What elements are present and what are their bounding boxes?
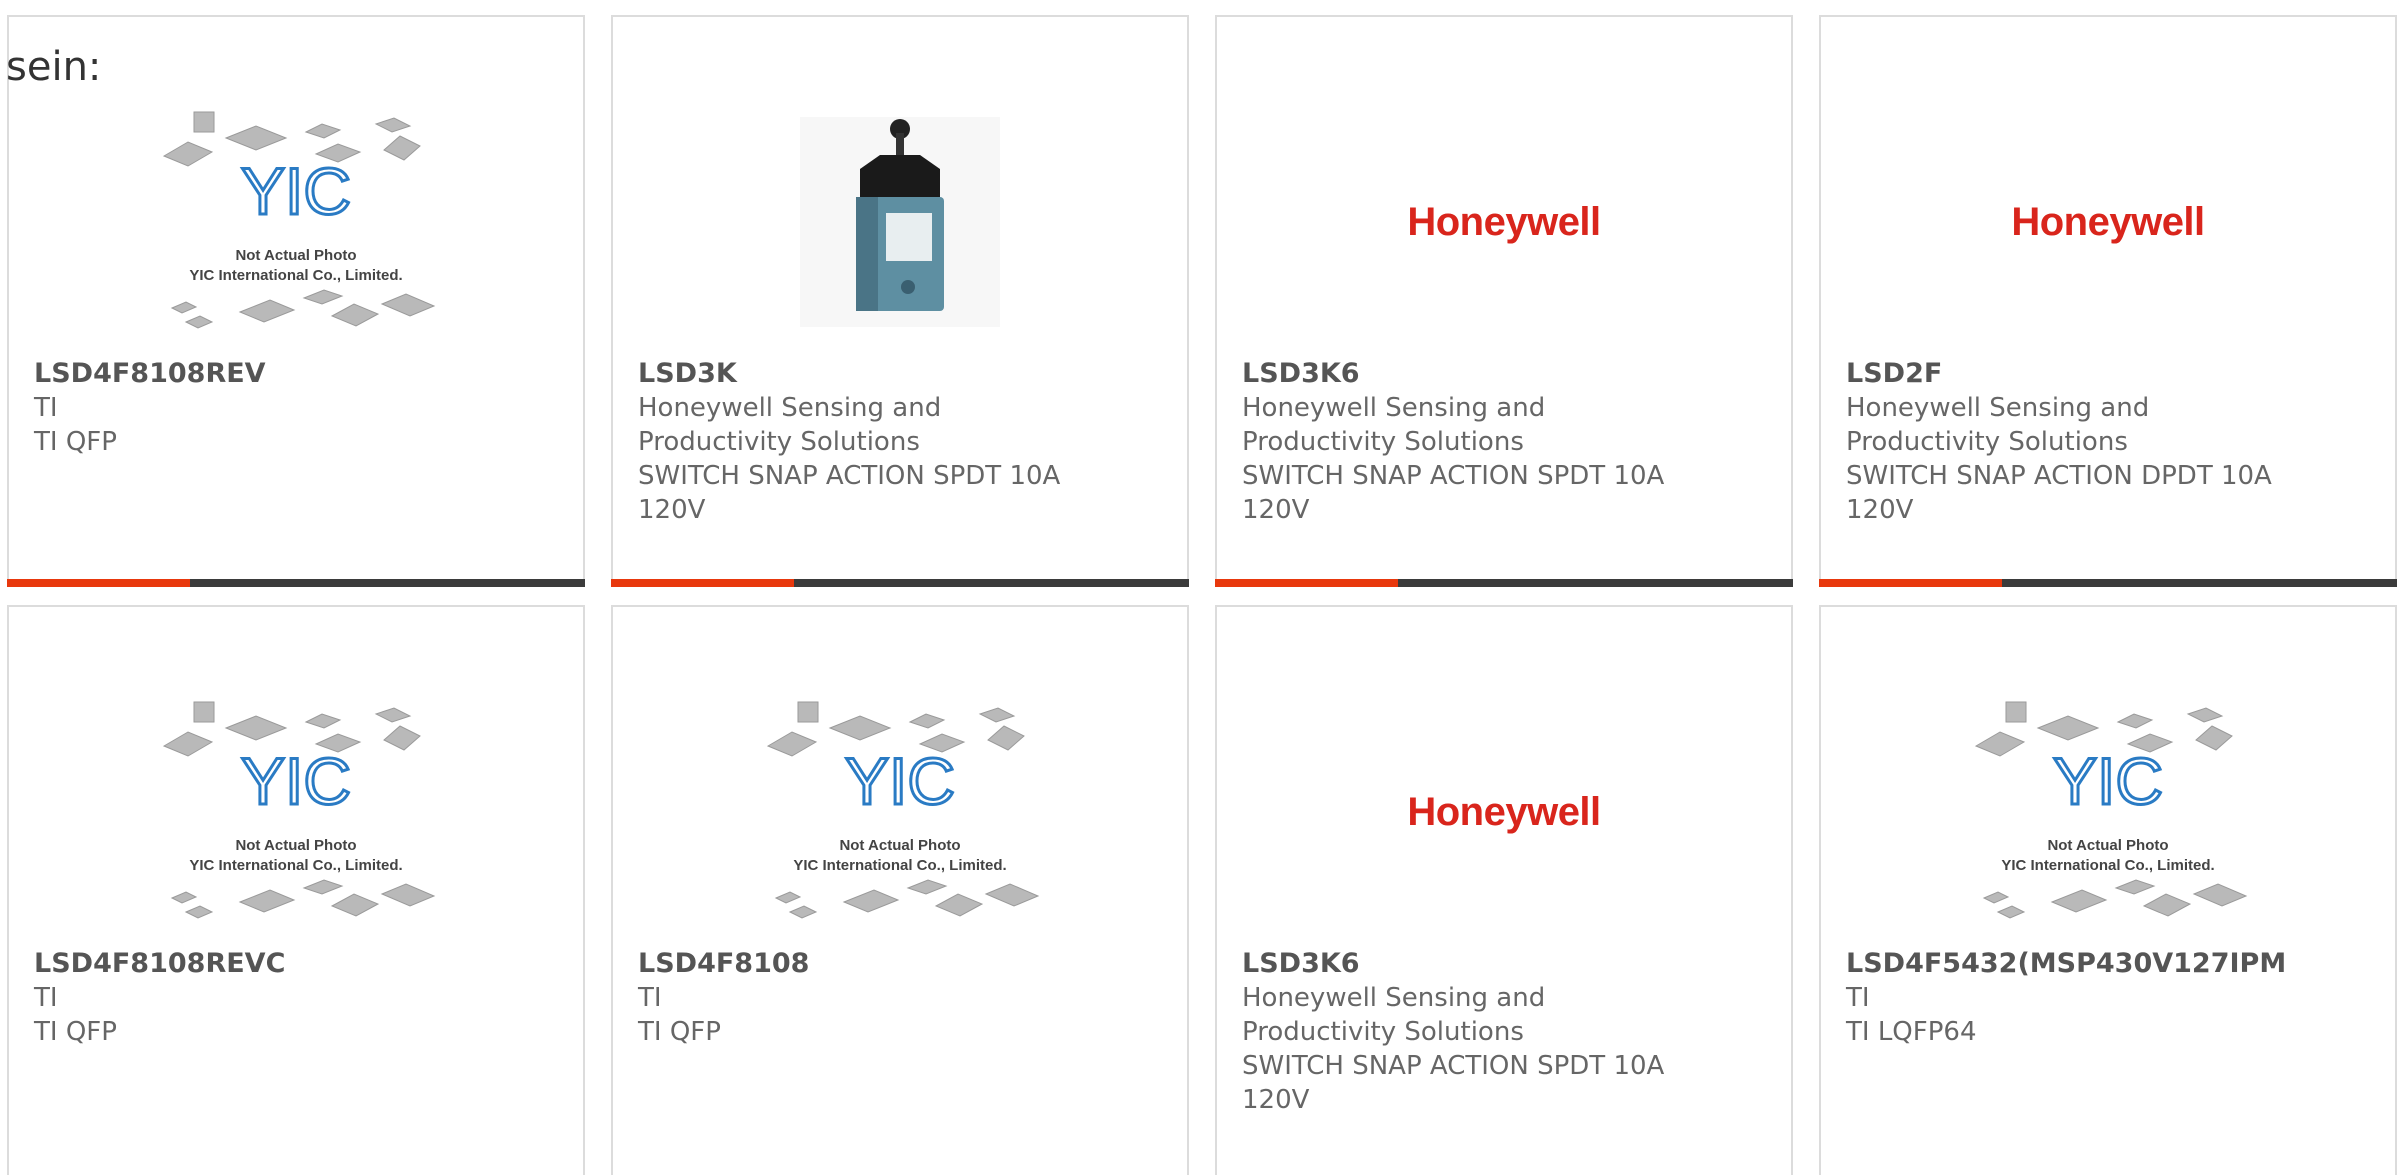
- product-line: TI LQFP64: [1846, 1017, 1977, 1047]
- product-info: LSD3K6 Honeywell Sensing and Productivit…: [1242, 357, 1771, 527]
- product-line: TI: [34, 983, 58, 1013]
- product-image: Honeywell: [1821, 87, 2395, 357]
- svg-text:YIC International Co., Limited: YIC International Co., Limited.: [189, 267, 402, 284]
- product-line: 120V: [1242, 495, 1310, 525]
- product-line: TI: [1846, 983, 1870, 1013]
- product-card[interactable]: YIC Not Actual Photo YIC International C…: [1819, 605, 2397, 1175]
- product-info: LSD3K6 Honeywell Sensing and Productivit…: [1242, 947, 1771, 1117]
- part-number[interactable]: LSD4F8108: [638, 947, 1167, 981]
- chip-placeholder-icon: YIC Not Actual Photo YIC International C…: [162, 701, 436, 919]
- product-line: Productivity Solutions: [1846, 427, 2128, 457]
- product-card[interactable]: Honeywell LSD3K6 Honeywell Sensing and P…: [1215, 15, 1793, 587]
- svg-text:YIC: YIC: [241, 154, 351, 228]
- svg-text:Not Actual Photo: Not Actual Photo: [235, 837, 356, 854]
- product-image: [613, 87, 1187, 357]
- leading-text: sein:: [6, 44, 102, 90]
- product-line: Productivity Solutions: [638, 427, 920, 457]
- product-info: LSD4F8108REVC TI TI QFP: [34, 947, 563, 1049]
- svg-text:YIC: YIC: [241, 744, 351, 818]
- product-card[interactable]: YIC Not Actual Photo YIC International C…: [611, 605, 1189, 1175]
- product-line: 120V: [638, 495, 706, 525]
- product-line: 120V: [1242, 1085, 1310, 1115]
- product-line: TI: [638, 983, 662, 1013]
- product-info: LSD3K Honeywell Sensing and Productivity…: [638, 357, 1167, 527]
- product-line: Productivity Solutions: [1242, 1017, 1524, 1047]
- product-line: Honeywell Sensing and: [1242, 983, 1546, 1013]
- honeywell-logo: Honeywell: [2011, 199, 2205, 244]
- honeywell-logo: Honeywell: [1407, 199, 1601, 244]
- product-line: SWITCH SNAP ACTION SPDT 10A: [1242, 461, 1665, 491]
- svg-text:YIC: YIC: [2053, 744, 2163, 818]
- product-line: SWITCH SNAP ACTION SPDT 10A: [1242, 1051, 1665, 1081]
- part-number[interactable]: LSD3K: [638, 357, 1167, 391]
- part-number[interactable]: LSD3K6: [1242, 947, 1771, 981]
- chip-placeholder-icon: YIC Not Actual Photo YIC International C…: [1974, 701, 2248, 919]
- product-info: LSD4F8108 TI TI QFP: [638, 947, 1167, 1049]
- product-line: SWITCH SNAP ACTION DPDT 10A: [1846, 461, 2272, 491]
- product-line: SWITCH SNAP ACTION SPDT 10A: [638, 461, 1061, 491]
- product-line: TI QFP: [34, 427, 117, 457]
- product-info: LSD4F5432(MSP430V127IPM TI TI LQFP64: [1846, 947, 2375, 1049]
- product-line: 120V: [1846, 495, 1914, 525]
- svg-text:YIC International Co., Limited: YIC International Co., Limited.: [2001, 857, 2214, 874]
- product-card[interactable]: YIC Not Actual Photo YIC International C…: [7, 605, 585, 1175]
- product-line: TI QFP: [34, 1017, 117, 1047]
- chip-placeholder-icon: YIC Not Actual Photo YIC International C…: [766, 701, 1040, 919]
- svg-text:YIC International Co., Limited: YIC International Co., Limited.: [793, 857, 1006, 874]
- product-image-placeholder: YIC Not Actual Photo YIC International C…: [1821, 677, 2395, 947]
- card-bottom-bar: [1215, 579, 1793, 587]
- product-image: Honeywell: [1217, 677, 1791, 947]
- card-bottom-bar: [611, 579, 1189, 587]
- product-info: LSD4F8108REV TI TI QFP: [34, 357, 563, 459]
- product-image-placeholder: YIC Not Actual Photo YIC International C…: [613, 677, 1187, 947]
- part-number[interactable]: LSD4F8108REVC: [34, 947, 563, 981]
- svg-text:YIC International Co., Limited: YIC International Co., Limited.: [189, 857, 402, 874]
- product-line: TI: [34, 393, 58, 423]
- chip-placeholder-icon: YIC Not Actual Photo YIC International C…: [162, 111, 436, 329]
- part-number[interactable]: LSD3K6: [1242, 357, 1771, 391]
- product-image: Honeywell: [1217, 87, 1791, 357]
- product-image-placeholder: YIC Not Actual Photo YIC International C…: [9, 87, 583, 357]
- product-line: Honeywell Sensing and: [1242, 393, 1546, 423]
- product-line: TI QFP: [638, 1017, 721, 1047]
- svg-text:Not Actual Photo: Not Actual Photo: [2047, 837, 2168, 854]
- product-info: LSD2F Honeywell Sensing and Productivity…: [1846, 357, 2375, 527]
- product-card[interactable]: LSD3K Honeywell Sensing and Productivity…: [611, 15, 1189, 587]
- svg-text:Not Actual Photo: Not Actual Photo: [235, 247, 356, 264]
- honeywell-logo: Honeywell: [1407, 789, 1601, 834]
- svg-text:Not Actual Photo: Not Actual Photo: [839, 837, 960, 854]
- limit-switch-photo-icon: [800, 117, 1000, 327]
- part-number[interactable]: LSD2F: [1846, 357, 2375, 391]
- card-bottom-bar: [1819, 579, 2397, 587]
- part-number[interactable]: LSD4F5432(MSP430V127IPM: [1846, 947, 2375, 981]
- part-number[interactable]: LSD4F8108REV: [34, 357, 563, 391]
- product-grid: YIC Not Actual Photo YIC International C…: [0, 0, 2400, 1175]
- product-line: Honeywell Sensing and: [1846, 393, 2150, 423]
- product-line: Productivity Solutions: [1242, 427, 1524, 457]
- product-image-placeholder: YIC Not Actual Photo YIC International C…: [9, 677, 583, 947]
- product-card[interactable]: YIC Not Actual Photo YIC International C…: [7, 15, 585, 587]
- product-card[interactable]: Honeywell LSD3K6 Honeywell Sensing and P…: [1215, 605, 1793, 1175]
- product-line: Honeywell Sensing and: [638, 393, 942, 423]
- product-card[interactable]: Honeywell LSD2F Honeywell Sensing and Pr…: [1819, 15, 2397, 587]
- svg-text:YIC: YIC: [845, 744, 955, 818]
- card-bottom-bar: [7, 579, 585, 587]
